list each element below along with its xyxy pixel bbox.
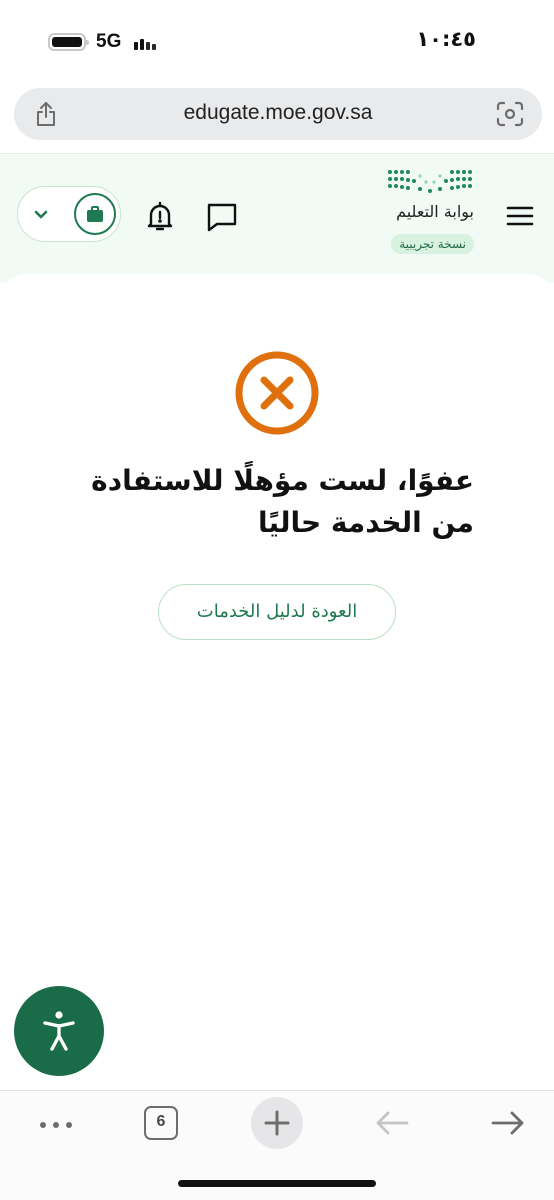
battery-nub <box>86 40 89 45</box>
lens-icon[interactable] <box>496 101 524 127</box>
status-bar: 5G ١٠:٤٥ <box>0 0 554 80</box>
accessibility-icon <box>43 1011 75 1051</box>
back-to-services-button[interactable]: العودة لدليل الخدمات <box>158 584 396 640</box>
plus-icon <box>264 1110 290 1136</box>
address-bar[interactable]: edugate.moe.gov.sa <box>14 88 542 140</box>
logo-title: بوابة التعليم <box>396 202 474 221</box>
role-avatar[interactable] <box>74 193 116 235</box>
chevron-down-icon[interactable] <box>32 205 50 223</box>
status-time: ١٠:٤٥ <box>416 27 476 51</box>
account-switcher[interactable] <box>17 186 121 242</box>
home-indicator <box>178 1180 376 1187</box>
back-arrow-icon[interactable] <box>374 1109 410 1137</box>
battery-icon <box>48 33 89 51</box>
error-x-circle-icon <box>235 351 319 435</box>
main-content: عفوًا، لست مؤهلًا للاستفادة من الخدمة حا… <box>0 274 554 1090</box>
chat-icon[interactable] <box>206 202 238 232</box>
network-type: 5G <box>96 31 122 52</box>
bell-icon[interactable] <box>145 200 175 232</box>
signal-icon <box>134 34 160 50</box>
accessibility-button[interactable] <box>14 986 104 1076</box>
edugate-logo[interactable]: بوابة التعليم نسخة تجريبية <box>378 168 474 268</box>
url-text[interactable]: edugate.moe.gov.sa <box>14 101 542 125</box>
more-icon[interactable] <box>38 1119 74 1131</box>
battery-fill <box>52 37 82 47</box>
tabs-icon[interactable]: 6 <box>144 1106 178 1140</box>
error-message: عفوًا، لست مؤهلًا للاستفادة من الخدمة حا… <box>91 464 474 539</box>
new-tab-button[interactable] <box>251 1097 303 1149</box>
logo-emblem <box>388 170 472 193</box>
site-header: بوابة التعليم نسخة تجريبية <box>0 153 554 283</box>
trial-badge: نسخة تجريبية <box>391 234 474 254</box>
menu-icon[interactable] <box>506 206 534 226</box>
briefcase-icon <box>87 206 103 222</box>
forward-arrow-icon[interactable] <box>490 1109 526 1137</box>
